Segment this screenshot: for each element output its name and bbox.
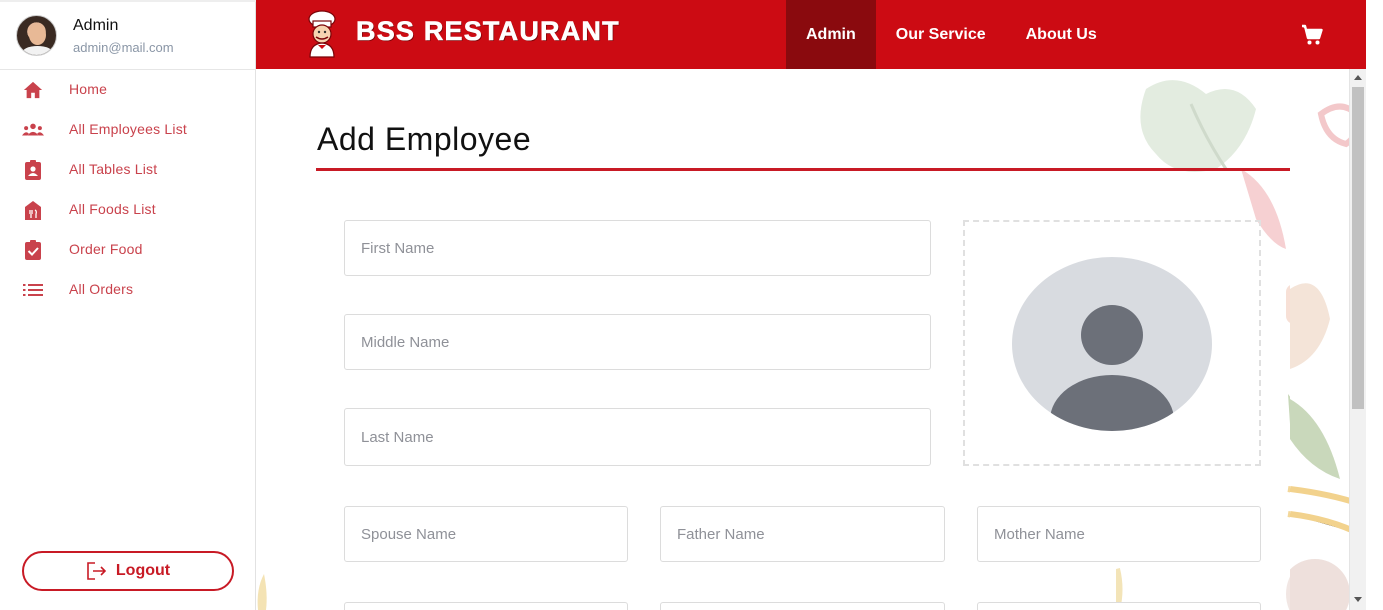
last-name-field[interactable]: [344, 408, 931, 466]
profile-name: Admin: [73, 17, 119, 34]
avatar-placeholder-icon: [1012, 257, 1212, 431]
profile-email: admin@mail.com: [73, 40, 174, 55]
main-content: Add Employee: [256, 69, 1366, 610]
sidebar-item-label: All Foods List: [69, 201, 156, 217]
clipboard-check-icon: [22, 240, 44, 260]
sidebar-item-label: All Orders: [69, 281, 134, 297]
nav-our-service[interactable]: Our Service: [876, 0, 1006, 69]
middle-name-field[interactable]: [344, 314, 931, 370]
window-edge: [1366, 0, 1383, 610]
sidebar-item-label: All Tables List: [69, 161, 158, 177]
title-underline: [316, 168, 1290, 171]
spouse-name-field[interactable]: [344, 506, 628, 562]
sidebar-item-home[interactable]: Home: [0, 70, 256, 110]
sidebar-item-label: Order Food: [69, 241, 143, 257]
scroll-thumb[interactable]: [1352, 87, 1364, 409]
nav-about-us[interactable]: About Us: [1006, 0, 1117, 69]
brand-title[interactable]: BSS RESTAURANT: [356, 16, 620, 47]
chef-logo-icon: [308, 10, 336, 58]
sidebar-item-orders[interactable]: All Orders: [0, 270, 256, 310]
sidebar-item-tables[interactable]: All Tables List: [0, 150, 256, 190]
logout-button[interactable]: Logout: [22, 551, 234, 591]
mother-name-field[interactable]: [977, 506, 1261, 562]
cart-icon[interactable]: [1300, 23, 1324, 47]
father-name-field[interactable]: [660, 506, 945, 562]
profile-card: Admin admin@mail.com: [0, 0, 256, 70]
list-icon: [22, 280, 44, 300]
first-name-field[interactable]: [344, 220, 931, 276]
scroll-down-arrow-icon[interactable]: [1354, 597, 1362, 602]
sidebar-item-label: All Employees List: [69, 121, 187, 137]
sidebar-item-order-food[interactable]: Order Food: [0, 230, 256, 270]
photo-upload[interactable]: [963, 220, 1261, 466]
next-row-field[interactable]: [344, 602, 628, 610]
top-nav: Admin Our Service About Us: [786, 0, 1117, 69]
sidebar-item-foods[interactable]: All Foods List: [0, 190, 256, 230]
logout-icon: [87, 562, 107, 580]
top-header: BSS RESTAURANT Admin Our Service About U…: [256, 0, 1366, 69]
nav-admin[interactable]: Admin: [786, 0, 876, 69]
home-icon: [22, 80, 44, 100]
sidebar-item-label: Home: [69, 81, 108, 97]
sidebar-item-employees[interactable]: All Employees List: [0, 110, 256, 150]
badge-icon: [22, 160, 44, 180]
restaurant-store-icon: [22, 200, 44, 220]
next-row-field[interactable]: [660, 602, 945, 610]
next-row-field[interactable]: [977, 602, 1261, 610]
sidebar: Admin admin@mail.com Home All Employees …: [0, 0, 256, 610]
logout-label: Logout: [115, 562, 171, 579]
vertical-scrollbar[interactable]: [1349, 69, 1366, 610]
avatar: [16, 15, 57, 56]
scroll-up-arrow-icon[interactable]: [1354, 75, 1362, 80]
page-title: Add Employee: [317, 121, 532, 157]
people-group-icon: [22, 120, 44, 140]
sidebar-nav: Home All Employees List All Tables List …: [0, 70, 256, 310]
